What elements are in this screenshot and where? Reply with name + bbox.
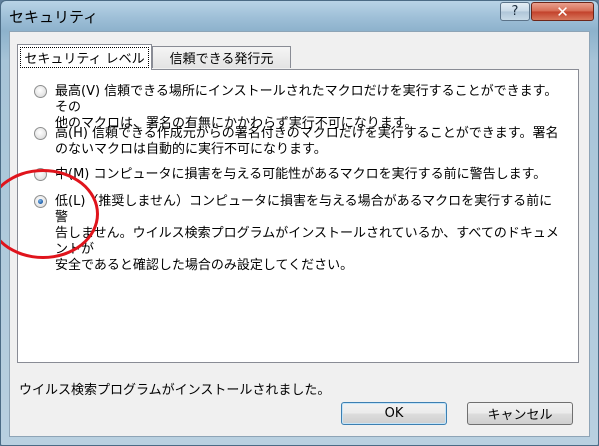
option-medium-line1: 中(M) コンピュータに損害を与える可能性があるマクロを実行する前に警告します。 bbox=[55, 167, 547, 182]
option-high-line2: のないマクロは自動的に実行不可になります。 bbox=[55, 142, 327, 157]
radio-low[interactable] bbox=[34, 195, 47, 208]
help-button[interactable]: ? bbox=[500, 2, 530, 21]
cancel-button[interactable]: キャンセル bbox=[467, 402, 573, 425]
close-icon: ✕ bbox=[556, 2, 569, 21]
option-medium[interactable]: 中(M) コンピュータに損害を与える可能性があるマクロを実行する前に警告します。 bbox=[34, 167, 564, 183]
dialog-client: セキュリティ レベル 信頼できる発行元 最高(V) 信頼できる場所にインストール… bbox=[9, 31, 590, 437]
status-text: ウイルス検索プログラムがインストールされました。 bbox=[19, 383, 331, 398]
option-high[interactable]: 高(H) 信頼できる作成元からの署名付きのマクロだけを実行することができます。署… bbox=[34, 126, 564, 158]
radio-highest[interactable] bbox=[34, 85, 47, 98]
tab-security-level-label: セキュリティ レベル bbox=[20, 47, 149, 68]
close-button[interactable]: ✕ bbox=[531, 2, 594, 21]
radio-high[interactable] bbox=[34, 127, 47, 140]
option-highest-line1: 最高(V) 信頼できる場所にインストールされたマクロだけを実行することができます… bbox=[55, 84, 558, 115]
title-bar[interactable]: セキュリティ ? ✕ bbox=[1, 1, 598, 31]
option-low[interactable]: 低(L)（推奨しません）コンピュータに損害を与える場合があるマクロを実行する前に… bbox=[34, 194, 564, 274]
tab-trusted-publishers[interactable]: 信頼できる発行元 bbox=[152, 46, 291, 68]
help-icon: ? bbox=[511, 4, 519, 19]
option-highest[interactable]: 最高(V) 信頼できる場所にインストールされたマクロだけを実行することができます… bbox=[34, 84, 564, 132]
tab-security-level[interactable]: セキュリティ レベル bbox=[17, 44, 152, 70]
option-low-line2: 告しません。ウイルス検索プログラムがインストールされているか、すべてのドキュメン… bbox=[55, 226, 559, 257]
security-level-panel: 最高(V) 信頼できる場所にインストールされたマクロだけを実行することができます… bbox=[17, 69, 579, 363]
option-low-line3: 安全であると確認した場合のみ設定してください。 bbox=[55, 258, 354, 273]
security-dialog: セキュリティ ? ✕ セキュリティ レベル 信頼できる発行元 最高(V) 信頼で… bbox=[0, 0, 599, 446]
ok-button[interactable]: OK bbox=[341, 402, 447, 425]
option-low-line1: 低(L)（推奨しません）コンピュータに損害を与える場合があるマクロを実行する前に… bbox=[55, 194, 553, 225]
window-title: セキュリティ bbox=[9, 8, 99, 26]
tab-trusted-publishers-label: 信頼できる発行元 bbox=[169, 52, 274, 67]
option-high-line1: 高(H) 信頼できる作成元からの署名付きのマクロだけを実行することができます。署… bbox=[55, 126, 559, 141]
radio-medium[interactable] bbox=[34, 168, 47, 181]
